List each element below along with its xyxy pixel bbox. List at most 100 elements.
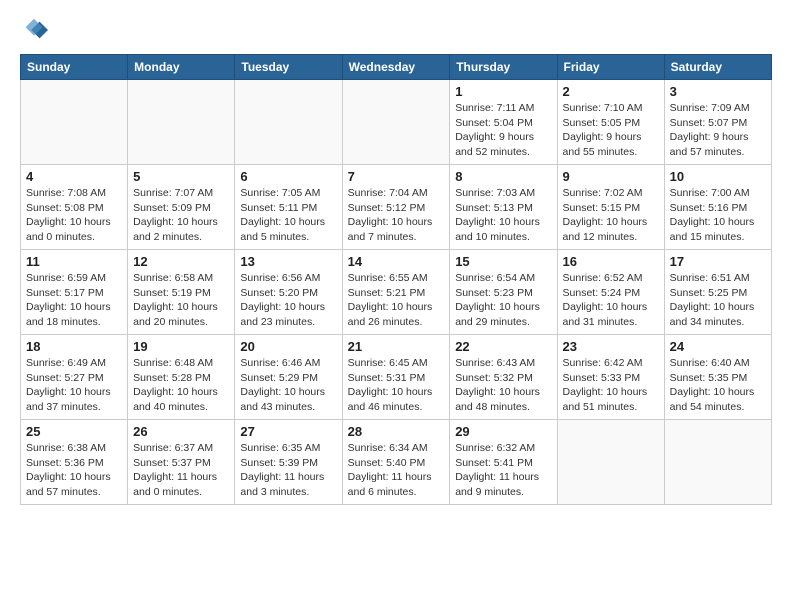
calendar-cell: 13 Sunrise: 6:56 AMSunset: 5:20 PMDayligh… — [235, 250, 342, 335]
logo — [20, 16, 52, 44]
page-header — [20, 16, 772, 44]
calendar-table: SundayMondayTuesdayWednesdayThursdayFrid… — [20, 54, 772, 505]
day-number: 28 — [348, 424, 445, 439]
day-info: Sunrise: 6:35 AMSunset: 5:39 PMDaylight:… — [240, 441, 336, 500]
day-number: 23 — [563, 339, 659, 354]
day-number: 1 — [455, 84, 551, 99]
day-number: 18 — [26, 339, 122, 354]
day-info: Sunrise: 6:49 AMSunset: 5:27 PMDaylight:… — [26, 356, 122, 415]
day-info: Sunrise: 7:02 AMSunset: 5:15 PMDaylight:… — [563, 186, 659, 245]
calendar-week-row: 1 Sunrise: 7:11 AMSunset: 5:04 PMDaylight… — [21, 80, 772, 165]
calendar-cell — [235, 80, 342, 165]
day-info: Sunrise: 6:40 AMSunset: 5:35 PMDaylight:… — [670, 356, 766, 415]
day-header-saturday: Saturday — [664, 55, 771, 80]
calendar-cell: 25 Sunrise: 6:38 AMSunset: 5:36 PMDayligh… — [21, 420, 128, 505]
calendar-cell: 23 Sunrise: 6:42 AMSunset: 5:33 PMDayligh… — [557, 335, 664, 420]
day-header-thursday: Thursday — [450, 55, 557, 80]
calendar-cell: 3 Sunrise: 7:09 AMSunset: 5:07 PMDaylight… — [664, 80, 771, 165]
day-info: Sunrise: 7:09 AMSunset: 5:07 PMDaylight:… — [670, 101, 766, 160]
calendar-cell: 17 Sunrise: 6:51 AMSunset: 5:25 PMDayligh… — [664, 250, 771, 335]
day-info: Sunrise: 7:11 AMSunset: 5:04 PMDaylight:… — [455, 101, 551, 160]
calendar-cell: 6Sunrise: 7:05 AMSunset: 5:11 PMDaylight… — [235, 165, 342, 250]
day-number: 5 — [133, 169, 229, 184]
day-info: Sunrise: 6:58 AMSunset: 5:19 PMDaylight:… — [133, 271, 229, 330]
calendar-cell: 14 Sunrise: 6:55 AMSunset: 5:21 PMDayligh… — [342, 250, 450, 335]
day-number: 8 — [455, 169, 551, 184]
calendar-cell: 18 Sunrise: 6:49 AMSunset: 5:27 PMDayligh… — [21, 335, 128, 420]
day-number: 16 — [563, 254, 659, 269]
day-info: Sunrise: 6:55 AMSunset: 5:21 PMDaylight:… — [348, 271, 445, 330]
day-number: 6 — [240, 169, 336, 184]
calendar-cell: 8 Sunrise: 7:03 AMSunset: 5:13 PMDaylight… — [450, 165, 557, 250]
day-info: Sunrise: 6:51 AMSunset: 5:25 PMDaylight:… — [670, 271, 766, 330]
day-info: Sunrise: 6:34 AMSunset: 5:40 PMDaylight:… — [348, 441, 445, 500]
day-info: Sunrise: 6:52 AMSunset: 5:24 PMDaylight:… — [563, 271, 659, 330]
day-number: 17 — [670, 254, 766, 269]
day-number: 2 — [563, 84, 659, 99]
day-number: 3 — [670, 84, 766, 99]
calendar-cell: 19 Sunrise: 6:48 AMSunset: 5:28 PMDayligh… — [128, 335, 235, 420]
calendar-cell: 11 Sunrise: 6:59 AMSunset: 5:17 PMDayligh… — [21, 250, 128, 335]
day-number: 11 — [26, 254, 122, 269]
calendar-cell: 29 Sunrise: 6:32 AMSunset: 5:41 PMDayligh… — [450, 420, 557, 505]
calendar-week-row: 11 Sunrise: 6:59 AMSunset: 5:17 PMDayligh… — [21, 250, 772, 335]
day-number: 27 — [240, 424, 336, 439]
day-info: Sunrise: 6:43 AMSunset: 5:32 PMDaylight:… — [455, 356, 551, 415]
day-number: 22 — [455, 339, 551, 354]
day-number: 12 — [133, 254, 229, 269]
calendar-week-row: 25 Sunrise: 6:38 AMSunset: 5:36 PMDayligh… — [21, 420, 772, 505]
day-info: Sunrise: 6:59 AMSunset: 5:17 PMDaylight:… — [26, 271, 122, 330]
day-number: 26 — [133, 424, 229, 439]
day-number: 19 — [133, 339, 229, 354]
day-number: 10 — [670, 169, 766, 184]
day-info: Sunrise: 6:42 AMSunset: 5:33 PMDaylight:… — [563, 356, 659, 415]
day-info: Sunrise: 6:38 AMSunset: 5:36 PMDaylight:… — [26, 441, 122, 500]
calendar-cell: 20Sunrise: 6:46 AMSunset: 5:29 PMDayligh… — [235, 335, 342, 420]
day-info: Sunrise: 7:08 AMSunset: 5:08 PMDaylight:… — [26, 186, 122, 245]
calendar-cell: 5 Sunrise: 7:07 AMSunset: 5:09 PMDaylight… — [128, 165, 235, 250]
calendar-week-row: 4 Sunrise: 7:08 AMSunset: 5:08 PMDaylight… — [21, 165, 772, 250]
calendar-cell: 1 Sunrise: 7:11 AMSunset: 5:04 PMDaylight… — [450, 80, 557, 165]
day-header-monday: Monday — [128, 55, 235, 80]
day-number: 20 — [240, 339, 336, 354]
calendar-cell: 15 Sunrise: 6:54 AMSunset: 5:23 PMDayligh… — [450, 250, 557, 335]
day-info: Sunrise: 6:48 AMSunset: 5:28 PMDaylight:… — [133, 356, 229, 415]
calendar-cell: 7 Sunrise: 7:04 AMSunset: 5:12 PMDaylight… — [342, 165, 450, 250]
day-number: 21 — [348, 339, 445, 354]
day-info: Sunrise: 7:10 AMSunset: 5:05 PMDaylight:… — [563, 101, 659, 160]
day-info: Sunrise: 6:32 AMSunset: 5:41 PMDaylight:… — [455, 441, 551, 500]
calendar-cell: 21 Sunrise: 6:45 AMSunset: 5:31 PMDayligh… — [342, 335, 450, 420]
calendar-cell: 22 Sunrise: 6:43 AMSunset: 5:32 PMDayligh… — [450, 335, 557, 420]
day-number: 9 — [563, 169, 659, 184]
day-number: 14 — [348, 254, 445, 269]
calendar-cell: 4 Sunrise: 7:08 AMSunset: 5:08 PMDaylight… — [21, 165, 128, 250]
day-info: Sunrise: 7:00 AMSunset: 5:16 PMDaylight:… — [670, 186, 766, 245]
calendar-cell — [664, 420, 771, 505]
calendar-cell — [557, 420, 664, 505]
day-info: Sunrise: 7:07 AMSunset: 5:09 PMDaylight:… — [133, 186, 229, 245]
day-number: 13 — [240, 254, 336, 269]
day-header-friday: Friday — [557, 55, 664, 80]
calendar-cell: 2 Sunrise: 7:10 AMSunset: 5:05 PMDaylight… — [557, 80, 664, 165]
day-info: Sunrise: 7:03 AMSunset: 5:13 PMDaylight:… — [455, 186, 551, 245]
day-info: Sunrise: 7:04 AMSunset: 5:12 PMDaylight:… — [348, 186, 445, 245]
calendar-cell — [128, 80, 235, 165]
calendar-cell: 10 Sunrise: 7:00 AMSunset: 5:16 PMDayligh… — [664, 165, 771, 250]
calendar-cell: 27 Sunrise: 6:35 AMSunset: 5:39 PMDayligh… — [235, 420, 342, 505]
calendar-cell: 24Sunrise: 6:40 AMSunset: 5:35 PMDayligh… — [664, 335, 771, 420]
calendar-week-row: 18 Sunrise: 6:49 AMSunset: 5:27 PMDayligh… — [21, 335, 772, 420]
logo-icon — [20, 16, 48, 44]
day-info: Sunrise: 6:56 AMSunset: 5:20 PMDaylight:… — [240, 271, 336, 330]
day-number: 4 — [26, 169, 122, 184]
day-number: 15 — [455, 254, 551, 269]
day-number: 29 — [455, 424, 551, 439]
calendar-cell — [342, 80, 450, 165]
calendar-cell — [21, 80, 128, 165]
calendar-cell: 12 Sunrise: 6:58 AMSunset: 5:19 PMDayligh… — [128, 250, 235, 335]
day-info: Sunrise: 6:37 AMSunset: 5:37 PMDaylight:… — [133, 441, 229, 500]
day-number: 7 — [348, 169, 445, 184]
day-number: 25 — [26, 424, 122, 439]
calendar-cell: 16 Sunrise: 6:52 AMSunset: 5:24 PMDayligh… — [557, 250, 664, 335]
day-info: Sunrise: 6:54 AMSunset: 5:23 PMDaylight:… — [455, 271, 551, 330]
day-info: Sunrise: 6:45 AMSunset: 5:31 PMDaylight:… — [348, 356, 445, 415]
